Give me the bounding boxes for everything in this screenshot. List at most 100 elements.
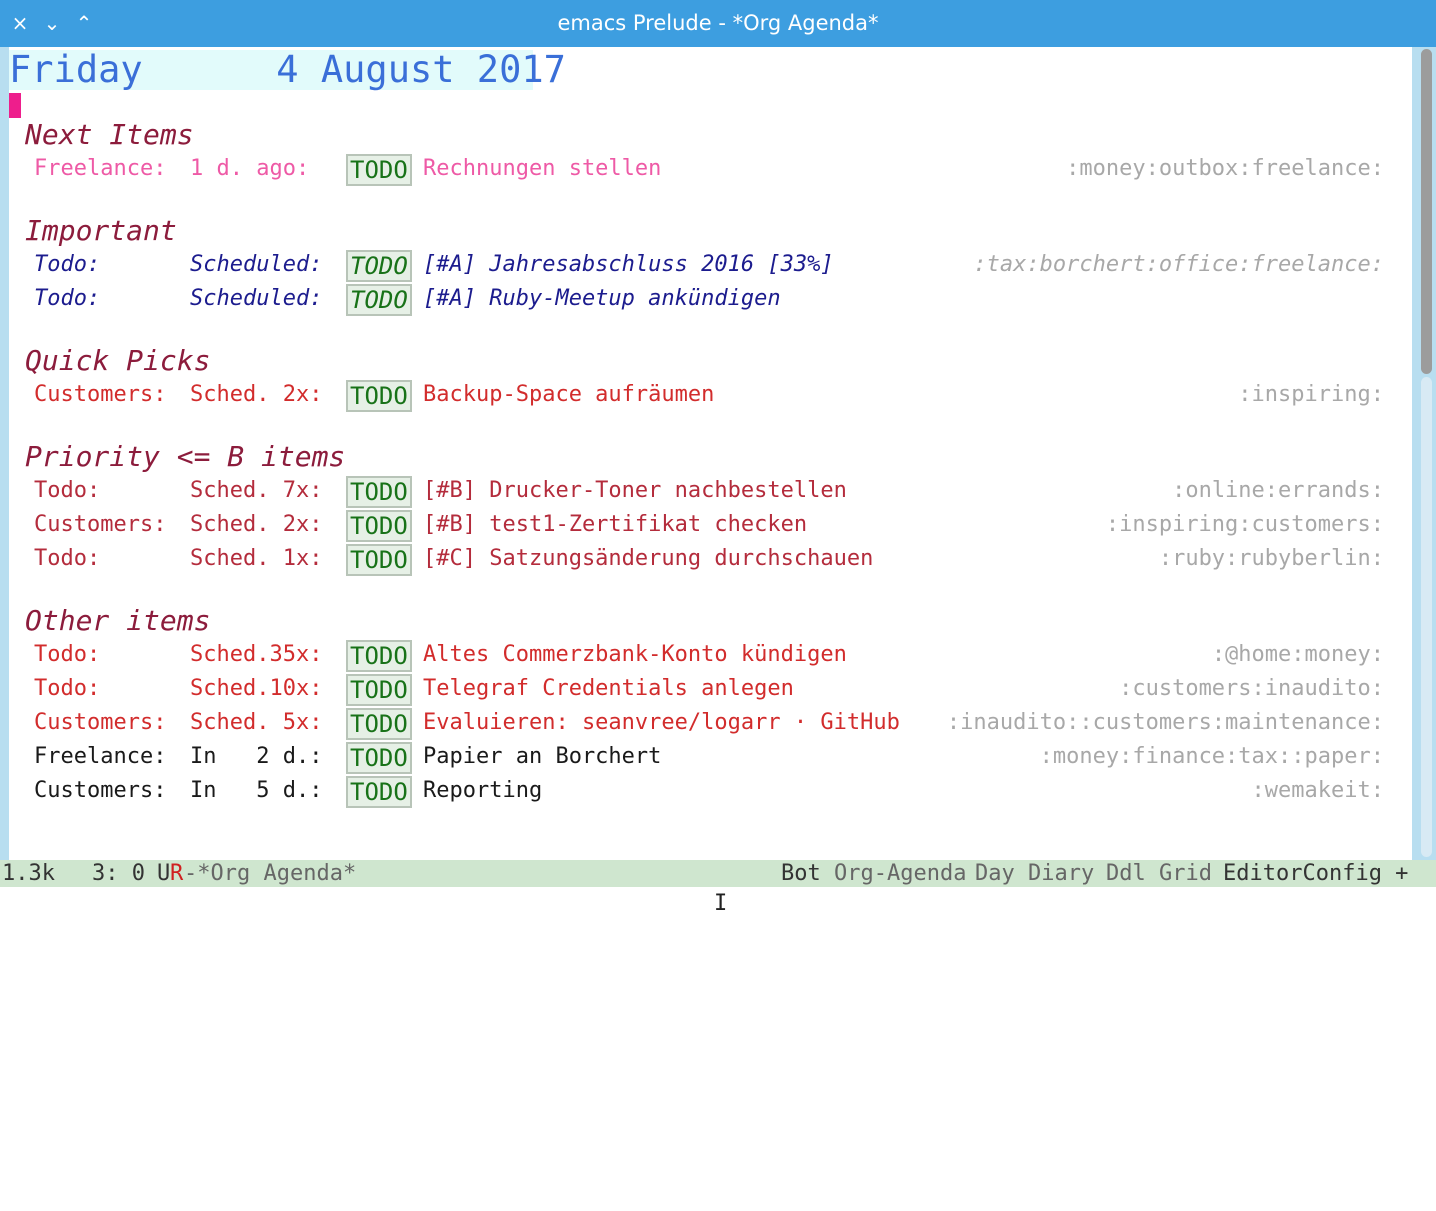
agenda-item-category: Todo: xyxy=(34,252,101,277)
agenda-item-schedule: Sched. 7x: xyxy=(190,478,323,503)
agenda-item-category: Customers: xyxy=(34,512,167,537)
section-title: Priority <= B items xyxy=(25,440,346,473)
agenda-item[interactable]: Todo: Sched.35x: TODO Altes Commerzbank-Kon… xyxy=(9,638,1412,672)
agenda-buffer[interactable]: Friday 4 August 2017 Next Items Freelance… xyxy=(9,47,1412,860)
window-title: emacs Prelude - *Org Agenda* xyxy=(557,11,879,35)
agenda-item-tags: :inaudito::customers:maintenance: xyxy=(946,710,1384,735)
agenda-item-category: Todo: xyxy=(34,286,101,311)
agenda-item-title: Reporting xyxy=(423,778,543,803)
agenda-item-category: Todo: xyxy=(34,546,101,571)
close-icon[interactable]: × xyxy=(5,8,35,38)
agenda-item[interactable]: Todo: Scheduled: TODO [#A] Ruby-Meetup ankü… xyxy=(9,282,1412,316)
todo-keyword[interactable]: TODO xyxy=(346,510,412,542)
agenda-item-schedule: Scheduled: xyxy=(190,286,323,311)
agenda-date-header: Friday 4 August 2017 xyxy=(9,48,566,91)
agenda-item-category: Customers: xyxy=(34,778,167,803)
agenda-item-title: Rechnungen stellen xyxy=(423,156,662,181)
agenda-item-tags: :@home:money: xyxy=(1211,642,1384,667)
agenda-item[interactable]: Freelance: In 2 d.: TODO Papier an Borchert… xyxy=(9,740,1412,774)
maximize-icon[interactable]: ⌃ xyxy=(69,8,99,38)
agenda-item-title: Evaluieren: seanvree/logarr · GitHub xyxy=(423,710,900,735)
agenda-item-title: Altes Commerzbank-Konto kündigen xyxy=(423,642,847,667)
agenda-item-tags: :online:errands: xyxy=(1172,478,1384,503)
minor-mode-editorconfig[interactable]: EditorConfig + xyxy=(1223,860,1408,887)
agenda-item-title: Backup-Space aufräumen xyxy=(423,382,715,407)
mode-day[interactable]: Day xyxy=(975,860,1015,887)
todo-keyword[interactable]: TODO xyxy=(346,154,412,186)
left-fringe xyxy=(0,47,9,860)
line-position: 3: 0 xyxy=(92,861,145,886)
buffer-size: 1.3k xyxy=(2,861,55,886)
todo-keyword[interactable]: TODO xyxy=(346,250,412,282)
text-cursor xyxy=(9,93,21,118)
mode-grid[interactable]: Grid xyxy=(1159,860,1212,887)
scrollbar-track[interactable] xyxy=(1421,377,1432,857)
agenda-item-schedule: In 2 d.: xyxy=(190,744,323,769)
agenda-item-schedule: Sched. 1x: xyxy=(190,546,323,571)
modified-flag-r: R xyxy=(170,861,184,886)
mode-ddl[interactable]: Ddl xyxy=(1106,860,1146,887)
minimize-icon[interactable]: ⌄ xyxy=(37,8,67,38)
agenda-item-tags: :ruby:rubyberlin: xyxy=(1158,546,1384,571)
mode-diary[interactable]: Diary xyxy=(1028,860,1094,887)
major-mode[interactable]: Org-Agenda xyxy=(834,860,966,887)
agenda-item-title: Telegraf Credentials anlegen xyxy=(423,676,794,701)
todo-keyword[interactable]: TODO xyxy=(346,708,412,740)
agenda-item-title: Papier an Borchert xyxy=(423,744,662,769)
agenda-item[interactable]: Todo: Scheduled: TODO [#A] Jahresabschluss … xyxy=(9,248,1412,282)
agenda-item-tags: :money:finance:tax::paper: xyxy=(1039,744,1384,769)
agenda-item-category: Freelance: xyxy=(34,156,167,181)
agenda-item-category: Todo: xyxy=(34,478,101,503)
agenda-item[interactable]: Customers: Sched. 2x: TODO Backup-Space auf… xyxy=(9,378,1412,412)
agenda-item-tags: :tax:borchert:office:freelance: xyxy=(973,252,1384,277)
mouse-ibeam-icon: I xyxy=(714,891,728,916)
agenda-item-category: Todo: xyxy=(34,676,101,701)
agenda-item[interactable]: Customers: In 5 d.: TODO Reporting:wemakeit… xyxy=(9,774,1412,808)
agenda-item[interactable]: Customers: Sched. 5x: TODO Evaluieren: sean… xyxy=(9,706,1412,740)
mode-line: 1.3k 3: 0 U R -*Org Agenda* Bot Org-Agen… xyxy=(0,860,1436,887)
agenda-item[interactable]: Todo: Sched. 1x: TODO [#C] Satzungsänderung… xyxy=(9,542,1412,576)
agenda-item-schedule: 1 d. ago: xyxy=(190,156,310,181)
agenda-item-title: [#B] Drucker-Toner nachbestellen xyxy=(423,478,847,503)
todo-keyword[interactable]: TODO xyxy=(346,742,412,774)
agenda-item-title: [#B] test1-Zertifikat checken xyxy=(423,512,808,537)
agenda-item[interactable]: Todo: Sched.10x: TODO Telegraf Credentials … xyxy=(9,672,1412,706)
todo-keyword[interactable]: TODO xyxy=(346,476,412,508)
agenda-item-tags: :money:outbox:freelance: xyxy=(1066,156,1384,181)
agenda-item[interactable]: Todo: Sched. 7x: TODO [#B] Drucker-Toner na… xyxy=(9,474,1412,508)
agenda-item-schedule: Sched. 2x: xyxy=(190,382,323,407)
agenda-item[interactable]: Customers: Sched. 2x: TODO [#B] test1-Zerti… xyxy=(9,508,1412,542)
section-title: Other items xyxy=(25,604,211,637)
agenda-item-category: Freelance: xyxy=(34,744,167,769)
vertical-scrollbar[interactable] xyxy=(1412,47,1436,860)
agenda-item-schedule: Sched. 2x: xyxy=(190,512,323,537)
todo-keyword[interactable]: TODO xyxy=(346,380,412,412)
agenda-item-title: [#A] Ruby-Meetup ankündigen xyxy=(423,286,781,311)
agenda-item-tags: :wemakeit: xyxy=(1251,778,1384,803)
todo-keyword[interactable]: TODO xyxy=(346,544,412,576)
agenda-item-title: [#A] Jahresabschluss 2016 [33%] xyxy=(423,252,834,277)
section-title: Quick Picks xyxy=(25,344,211,377)
todo-keyword[interactable]: TODO xyxy=(346,640,412,672)
modified-flag-u: U xyxy=(157,861,171,886)
agenda-item-schedule: Scheduled: xyxy=(190,252,323,277)
agenda-item-tags: :inspiring:customers: xyxy=(1105,512,1384,537)
agenda-item-tags: :inspiring: xyxy=(1238,382,1384,407)
title-bar: emacs Prelude - *Org Agenda* × ⌄ ⌃ xyxy=(0,0,1436,47)
agenda-item-category: Customers: xyxy=(34,710,167,735)
scroll-position: Bot xyxy=(781,861,821,886)
agenda-item-schedule: Sched.10x: xyxy=(190,676,323,701)
agenda-item-tags: :customers:inaudito: xyxy=(1119,676,1384,701)
agenda-item-title: [#C] Satzungsänderung durchschauen xyxy=(423,546,874,571)
todo-keyword[interactable]: TODO xyxy=(346,284,412,316)
agenda-item-schedule: Sched. 5x: xyxy=(190,710,323,735)
todo-keyword[interactable]: TODO xyxy=(346,776,412,808)
agenda-item-category: Todo: xyxy=(34,642,101,667)
section-title: Next Items xyxy=(25,118,194,151)
section-title: Important xyxy=(25,214,177,247)
scrollbar-thumb[interactable] xyxy=(1421,49,1432,374)
agenda-item-schedule: Sched.35x: xyxy=(190,642,323,667)
agenda-item[interactable]: Freelance: 1 d. ago: TODO Rechnungen stelle… xyxy=(9,152,1412,186)
todo-keyword[interactable]: TODO xyxy=(346,674,412,706)
buffer-name[interactable]: -*Org Agenda* xyxy=(184,860,356,887)
